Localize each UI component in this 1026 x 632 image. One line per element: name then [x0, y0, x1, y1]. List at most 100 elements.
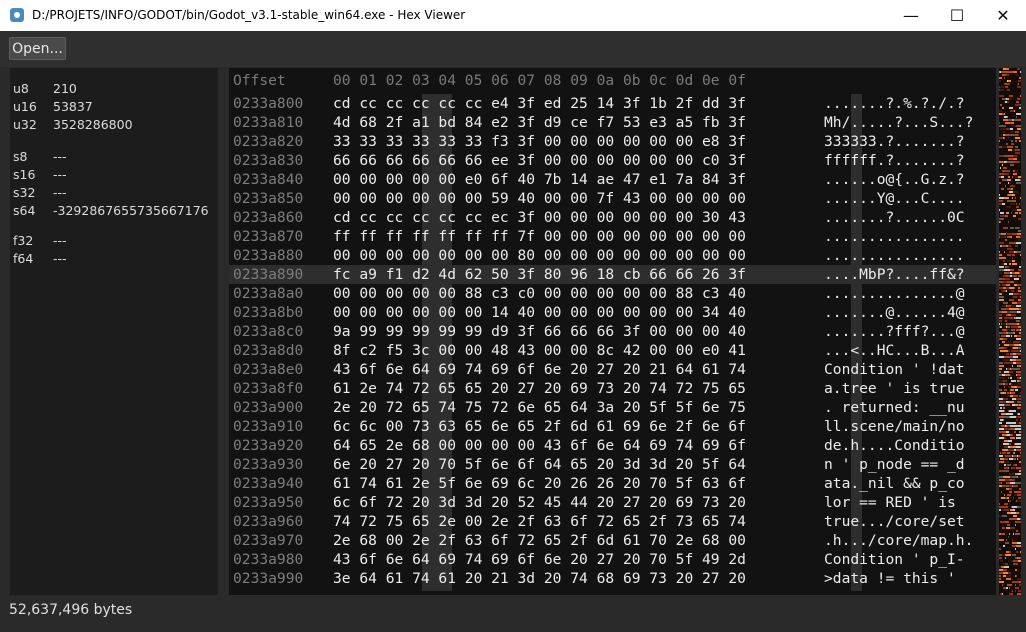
- row-ascii[interactable]: true.../core/set: [824, 512, 965, 531]
- minimap-block: [1004, 416, 1009, 418]
- row-hex-bytes[interactable]: ff ff ff ff ff ff ff 7f 00 00 00 00 00 0…: [333, 227, 746, 246]
- hex-row[interactable]: 0233a820 33 33 33 33 33 33 f3 3f 00 00 00…: [229, 132, 996, 151]
- row-hex-bytes[interactable]: fc a9 f1 d2 4d 62 50 3f 80 96 18 cb 66 6…: [333, 265, 746, 284]
- hex-row[interactable]: 0233a8a0 00 00 00 00 00 88 c3 c0 00 00 00…: [229, 284, 996, 303]
- hex-row[interactable]: 0233a850 00 00 00 00 00 00 59 40 00 00 7f…: [229, 189, 996, 208]
- row-hex-bytes[interactable]: 00 00 00 00 00 88 c3 c0 00 00 00 00 00 8…: [333, 284, 746, 303]
- hex-row[interactable]: 0233a950 6c 6f 72 20 3d 3d 20 52 45 44 20…: [229, 493, 996, 512]
- maximize-button[interactable]: ☐: [934, 0, 980, 31]
- row-ascii[interactable]: .......?.%.?./.?: [824, 94, 965, 113]
- hex-row[interactable]: 0233a8d0 8f c2 f5 3c 00 00 48 43 00 00 8c…: [229, 341, 996, 360]
- minimap-block: [1017, 578, 1021, 580]
- minimap-block: [1003, 443, 1006, 445]
- hex-row[interactable]: 0233a980 43 6f 6e 64 69 74 69 6f 6e 20 27…: [229, 550, 996, 569]
- minimap-block: [1013, 413, 1014, 415]
- row-hex-bytes[interactable]: 2e 20 72 65 74 75 72 6e 65 64 3a 20 5f 5…: [333, 398, 746, 417]
- row-hex-bytes[interactable]: 74 72 75 65 2e 00 2e 2f 63 6f 72 65 2f 7…: [333, 512, 746, 531]
- minimap-block: [1012, 581, 1014, 583]
- row-hex-bytes[interactable]: 8f c2 f5 3c 00 00 48 43 00 00 8c 42 00 0…: [333, 341, 746, 360]
- hex-row[interactable]: 0233a830 66 66 66 66 66 66 ee 3f 00 00 00…: [229, 151, 996, 170]
- row-hex-bytes[interactable]: 6e 20 27 20 70 5f 6e 6f 64 65 20 3d 3d 2…: [333, 455, 746, 474]
- minimap-block: [999, 287, 1000, 289]
- hex-row[interactable]: 0233a960 74 72 75 65 2e 00 2e 2f 63 6f 72…: [229, 512, 996, 531]
- hex-row[interactable]: 0233a890 fc a9 f1 d2 4d 62 50 3f 80 96 18…: [229, 265, 996, 284]
- hex-row[interactable]: 0233a860 cd cc cc cc cc cc ec 3f 00 00 00…: [229, 208, 996, 227]
- minimap-block: [999, 398, 1000, 400]
- hex-row[interactable]: 0233a8c0 9a 99 99 99 99 99 d9 3f 66 66 66…: [229, 322, 996, 341]
- hex-row[interactable]: 0233a970 2e 68 00 2e 2f 63 6f 72 65 2f 6d…: [229, 531, 996, 550]
- file-minimap[interactable]: [999, 68, 1025, 595]
- hex-row[interactable]: 0233a8b0 00 00 00 00 00 00 14 40 00 00 00…: [229, 303, 996, 322]
- hex-row[interactable]: 0233a840 00 00 00 00 00 e0 6f 40 7b 14 ae…: [229, 170, 996, 189]
- hex-row[interactable]: 0233a870 ff ff ff ff ff ff ff 7f 00 00 00…: [229, 227, 996, 246]
- minimap-block: [1013, 563, 1018, 565]
- row-hex-bytes[interactable]: 61 74 61 2e 5f 6e 69 6c 20 26 26 20 70 5…: [333, 474, 746, 493]
- row-ascii[interactable]: n ' p_node == _d: [824, 455, 965, 474]
- row-ascii[interactable]: ...............@: [824, 284, 965, 303]
- row-hex-bytes[interactable]: 3e 64 61 74 61 20 21 3d 20 74 68 69 73 2…: [333, 569, 746, 588]
- hex-row[interactable]: 0233a8f0 61 2e 74 72 65 65 20 27 20 69 73…: [229, 379, 996, 398]
- row-ascii[interactable]: ll.scene/main/no: [824, 417, 965, 436]
- row-ascii[interactable]: ata._nil && p_co: [824, 474, 965, 493]
- row-hex-bytes[interactable]: 66 66 66 66 66 66 ee 3f 00 00 00 00 00 0…: [333, 151, 746, 170]
- hex-row[interactable]: 0233a940 61 74 61 2e 5f 6e 69 6c 20 26 26…: [229, 474, 996, 493]
- hex-row[interactable]: 0233a990 3e 64 61 74 61 20 21 3d 20 74 68…: [229, 569, 996, 588]
- minimap-block: [1018, 458, 1021, 460]
- row-ascii[interactable]: ......Y@...C....: [824, 189, 965, 208]
- row-hex-bytes[interactable]: 64 65 2e 68 00 00 00 00 43 6f 6e 64 69 7…: [333, 436, 746, 455]
- hex-row[interactable]: 0233a910 6c 6c 00 73 63 65 6e 65 2f 6d 61…: [229, 417, 996, 436]
- row-hex-bytes[interactable]: 00 00 00 00 00 00 14 40 00 00 00 00 00 0…: [333, 303, 746, 322]
- row-hex-bytes[interactable]: 00 00 00 00 00 00 00 80 00 00 00 00 00 0…: [333, 246, 746, 265]
- row-hex-bytes[interactable]: 61 2e 74 72 65 65 20 27 20 69 73 20 74 7…: [333, 379, 746, 398]
- hex-row[interactable]: 0233a800 cd cc cc cc cc cc e4 3f ed 25 14…: [229, 94, 996, 113]
- row-ascii[interactable]: >data != this ': [824, 569, 965, 588]
- row-ascii[interactable]: ffffff.?.......?: [824, 151, 965, 170]
- row-ascii[interactable]: ...<..HC...B...A: [824, 341, 965, 360]
- hex-view[interactable]: Offset 00 01 02 03 04 05 06 07 08 09 0a …: [229, 68, 996, 595]
- hex-row[interactable]: 0233a810 4d 68 2f a1 bd 84 e2 3f d9 ce f7…: [229, 113, 996, 132]
- row-ascii[interactable]: lor == RED ' is: [824, 493, 965, 512]
- minimap-block: [1006, 206, 1011, 208]
- minimap-block: [1008, 467, 1009, 469]
- minimap-block: [1016, 398, 1020, 400]
- minimap-block: [1008, 155, 1013, 157]
- row-hex-bytes[interactable]: 43 6f 6e 64 69 74 69 6f 6e 20 27 20 21 6…: [333, 360, 746, 379]
- row-ascii[interactable]: 333333.?.......?: [824, 132, 965, 151]
- row-hex-bytes[interactable]: 33 33 33 33 33 33 f3 3f 00 00 00 00 00 0…: [333, 132, 746, 151]
- row-ascii[interactable]: ......o@{..G.z.?: [824, 170, 965, 189]
- row-ascii[interactable]: Condition ' p_I-: [824, 550, 965, 569]
- row-hex-bytes[interactable]: 00 00 00 00 00 e0 6f 40 7b 14 ae 47 e1 7…: [333, 170, 746, 189]
- row-ascii[interactable]: .......@......4@: [824, 303, 965, 322]
- row-ascii[interactable]: a.tree ' is true: [824, 379, 965, 398]
- hex-row[interactable]: 0233a900 2e 20 72 65 74 75 72 6e 65 64 3a…: [229, 398, 996, 417]
- hex-row[interactable]: 0233a8e0 43 6f 6e 64 69 74 69 6f 6e 20 27…: [229, 360, 996, 379]
- minimap-block: [1010, 248, 1013, 250]
- row-ascii[interactable]: Condition ' !dat: [824, 360, 965, 379]
- minimap-block: [1007, 146, 1010, 148]
- minimize-button[interactable]: —: [888, 0, 934, 31]
- row-hex-bytes[interactable]: 6c 6f 72 20 3d 3d 20 52 45 44 20 27 20 6…: [333, 493, 746, 512]
- hex-row[interactable]: 0233a880 00 00 00 00 00 00 00 80 00 00 00…: [229, 246, 996, 265]
- minimap-block: [1012, 257, 1013, 259]
- row-hex-bytes[interactable]: 2e 68 00 2e 2f 63 6f 72 65 2f 6d 61 70 2…: [333, 531, 746, 550]
- row-ascii[interactable]: ................: [824, 246, 965, 265]
- row-ascii[interactable]: ....MbP?....ff&?: [824, 265, 965, 284]
- row-hex-bytes[interactable]: 4d 68 2f a1 bd 84 e2 3f d9 ce f7 53 e3 a…: [333, 113, 746, 132]
- row-hex-bytes[interactable]: 00 00 00 00 00 00 59 40 00 00 7f 43 00 0…: [333, 189, 746, 208]
- row-hex-bytes[interactable]: 43 6f 6e 64 69 74 69 6f 6e 20 27 20 70 5…: [333, 550, 746, 569]
- hex-row[interactable]: 0233a920 64 65 2e 68 00 00 00 00 43 6f 6e…: [229, 436, 996, 455]
- row-ascii[interactable]: .......?fff?...@: [824, 322, 965, 341]
- open-button[interactable]: Open...: [9, 37, 66, 60]
- row-hex-bytes[interactable]: 9a 99 99 99 99 99 d9 3f 66 66 66 3f 00 0…: [333, 322, 746, 341]
- row-ascii[interactable]: .......?......0C: [824, 208, 965, 227]
- row-ascii[interactable]: . returned: __nu: [824, 398, 965, 417]
- row-hex-bytes[interactable]: cd cc cc cc cc cc ec 3f 00 00 00 00 00 0…: [333, 208, 746, 227]
- row-hex-bytes[interactable]: 6c 6c 00 73 63 65 6e 65 2f 6d 61 69 6e 2…: [333, 417, 746, 436]
- hex-row[interactable]: 0233a930 6e 20 27 20 70 5f 6e 6f 64 65 20…: [229, 455, 996, 474]
- row-hex-bytes[interactable]: cd cc cc cc cc cc e4 3f ed 25 14 3f 1b 2…: [333, 94, 746, 113]
- close-button[interactable]: ✕: [980, 0, 1026, 31]
- row-ascii[interactable]: de.h....Conditio: [824, 436, 965, 455]
- row-ascii[interactable]: ................: [824, 227, 965, 246]
- row-ascii[interactable]: .h.../core/map.h.: [824, 531, 973, 550]
- row-ascii[interactable]: Mh/.....?...S...?: [824, 113, 973, 132]
